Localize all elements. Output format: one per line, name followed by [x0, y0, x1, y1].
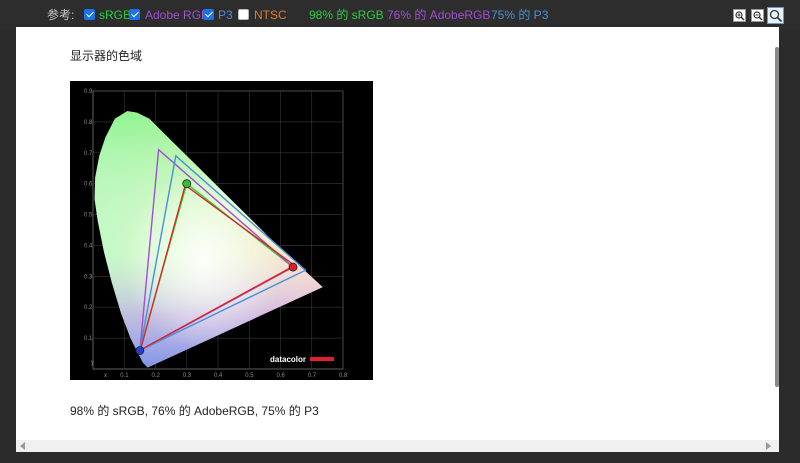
- datacolor-logo: datacolor: [270, 355, 334, 364]
- x-tick-label: 0.6: [277, 373, 286, 379]
- p3-checkbox[interactable]: [203, 9, 214, 20]
- zoom-fit-button[interactable]: [767, 7, 784, 24]
- y-tick-label: 0.8: [84, 120, 93, 126]
- zoom-in-button[interactable]: [733, 9, 746, 22]
- y-axis-label: y: [91, 360, 94, 366]
- srgb-coverage: 98% 的 sRGB: [309, 8, 384, 22]
- primary-marker: [288, 262, 298, 272]
- ntsc-label[interactable]: NTSC: [254, 8, 287, 22]
- x-tick-label: 0.5: [245, 373, 254, 379]
- x-tick-label: 0.8: [339, 373, 348, 379]
- y-tick-label: 0.1: [84, 336, 93, 342]
- zoom-in-icon: [735, 11, 745, 21]
- vertical-scrollbar[interactable]: [775, 47, 779, 387]
- x-tick-label: 0.1: [120, 373, 129, 379]
- x-tick-label: 0.3: [183, 373, 192, 379]
- scroll-right-icon[interactable]: [766, 442, 771, 450]
- p3-label[interactable]: P3: [218, 8, 233, 22]
- horizontal-scrollbar[interactable]: [16, 440, 779, 452]
- zoom-out-icon: [753, 11, 763, 21]
- y-tick-label: 0.9: [84, 89, 93, 95]
- y-tick-label: 0.3: [84, 274, 93, 280]
- toolbar: 参考: sRGB Adobe RGB P3 NTSC 98% 的 sRGB 76…: [0, 0, 800, 30]
- x-tick-label: 0.4: [214, 373, 223, 379]
- y-tick-label: 0.4: [84, 243, 93, 249]
- zoom-out-button[interactable]: [751, 9, 764, 22]
- y-tick-label: 0.2: [84, 305, 93, 311]
- white-point-glow: [94, 111, 323, 368]
- y-tick-label: 0.6: [84, 182, 93, 188]
- primary-marker: [135, 346, 145, 355]
- x-axis-label: x: [104, 373, 107, 379]
- primary-marker: [182, 179, 192, 189]
- logo-text: datacolor: [270, 355, 306, 364]
- adobe-rgb-label[interactable]: Adobe RGB: [145, 8, 209, 22]
- x-tick-label: 0.2: [152, 373, 161, 379]
- coverage-caption: 98% 的 sRGB, 76% 的 AdobeRGB, 75% 的 P3: [70, 404, 319, 418]
- scroll-left-icon[interactable]: [20, 442, 25, 450]
- gamut-chart-svg: 0.1 0.2 0.3 0.4 0.5 0.6 0.7 0.8 0.1 0.2 0.3 0.4 0.5 0…: [84, 89, 348, 379]
- y-tick-label: 0.5: [84, 213, 93, 219]
- gamut-chart: 0.1 0.2 0.3 0.4 0.5 0.6 0.7 0.8 0.1 0.2 0.3 0.4 0.5 0…: [70, 81, 373, 380]
- x-tick-label: 0.7: [308, 373, 317, 379]
- reference-label: 参考:: [47, 8, 75, 22]
- logo-bar: [310, 357, 334, 361]
- content-panel: 显示器的色域 0.1 0.2 0.3 0.4 0.5 0.6 0.7 0.8 0…: [16, 27, 779, 452]
- page-title: 显示器的色域: [70, 49, 143, 63]
- adobe-rgb-checkbox[interactable]: [129, 9, 140, 20]
- srgb-checkbox[interactable]: [84, 9, 95, 20]
- zoom-fit-icon: [769, 9, 783, 23]
- y-tick-label: 0.7: [84, 151, 93, 157]
- p3-coverage: 75% 的 P3: [491, 8, 549, 22]
- ntsc-checkbox[interactable]: [238, 9, 249, 20]
- srgb-label[interactable]: sRGB: [99, 8, 131, 22]
- adobe-rgb-coverage: 76% 的 AdobeRGB: [387, 8, 491, 22]
